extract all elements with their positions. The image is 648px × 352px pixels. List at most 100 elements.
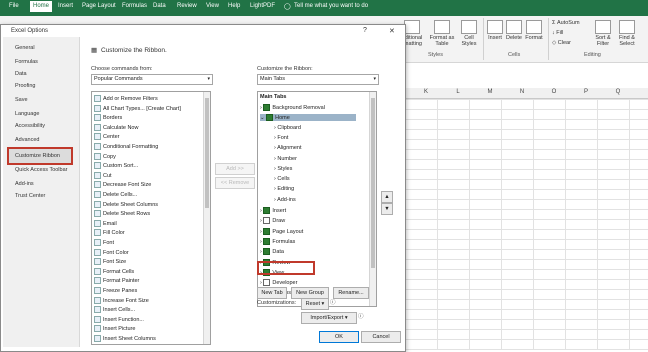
tab-checkbox[interactable]	[263, 237, 271, 245]
new-tab-button[interactable]: New Tab	[257, 287, 287, 299]
tree-item[interactable]: ⌄ Home	[260, 114, 356, 122]
delete-cells-button[interactable]: Delete	[505, 20, 523, 41]
command-item[interactable]: Format Painter	[94, 277, 139, 285]
remove-button[interactable]: << Remove	[215, 177, 255, 189]
command-item[interactable]: Conditional Formatting	[94, 143, 158, 150]
tree-item[interactable]: › Data	[260, 248, 284, 256]
command-item[interactable]: Insert Function...	[94, 315, 144, 323]
cell-styles-button[interactable]: Cell Styles	[458, 20, 480, 47]
ok-button[interactable]: OK	[319, 331, 359, 343]
command-item[interactable]: Add or Remove Filters	[94, 95, 158, 102]
command-item[interactable]: Copy	[94, 152, 116, 160]
move-down-button[interactable]: ▼	[381, 203, 393, 215]
choose-commands-select[interactable]: Popular Commands ▾	[91, 74, 213, 85]
tree-item[interactable]: › Page Layout	[260, 227, 303, 235]
tree-item[interactable]: › Number	[274, 156, 297, 162]
command-item[interactable]: All Chart Types... [Create Chart]	[94, 104, 181, 112]
command-item[interactable]: Increase Font Size	[94, 296, 149, 304]
nav-item[interactable]: Proofing	[15, 83, 36, 89]
command-item[interactable]: Custom Sort...	[94, 162, 138, 170]
cancel-button[interactable]: Cancel	[361, 331, 401, 343]
autosum-button[interactable]: Σ AutoSum	[552, 20, 580, 26]
tree-item[interactable]: › Editing	[274, 186, 294, 192]
import-export-dropdown[interactable]: Import/Export ▾	[301, 312, 357, 324]
command-item[interactable]: Cut	[94, 171, 112, 179]
command-item[interactable]: Fill Color	[94, 229, 125, 237]
column-header[interactable]: M	[485, 89, 495, 95]
tab-insert[interactable]: Insert	[58, 3, 73, 9]
format-cells-button[interactable]: Format	[524, 20, 544, 41]
scroll-thumb[interactable]	[371, 98, 375, 268]
column-header[interactable]: L	[453, 89, 463, 95]
rename-button[interactable]: Rename...	[333, 287, 369, 299]
move-up-button[interactable]: ▲	[381, 191, 393, 203]
sort-filter-button[interactable]: Sort & Filter	[592, 20, 614, 47]
tab-page-layout[interactable]: Page Layout	[82, 3, 116, 9]
column-header[interactable]: P	[581, 89, 591, 95]
tab-formulas[interactable]: Formulas	[122, 3, 147, 9]
format-as-table-button[interactable]: Format as Table	[428, 20, 456, 47]
tree-item[interactable]: › Styles	[274, 166, 292, 172]
tree-item[interactable]: › Formulas	[260, 237, 295, 245]
nav-item[interactable]: General	[15, 45, 35, 51]
command-item[interactable]: Delete Sheet Rows	[94, 210, 150, 218]
commands-scrollbar[interactable]	[203, 92, 210, 344]
tab-lightpdf[interactable]: LightPDF	[250, 3, 275, 9]
tab-checkbox[interactable]	[266, 114, 274, 122]
find-select-button[interactable]: Find & Select	[616, 20, 638, 47]
column-header[interactable]: N	[517, 89, 527, 95]
command-item[interactable]: Decrease Font Size	[94, 181, 151, 189]
clear-button[interactable]: ◇ Clear	[552, 40, 571, 46]
nav-item[interactable]: Quick Access Toolbar	[15, 167, 67, 173]
command-item[interactable]: Insert Picture	[94, 325, 135, 333]
tab-checkbox[interactable]	[263, 279, 271, 287]
tree-item[interactable]: › Insert	[260, 207, 286, 214]
column-header[interactable]: K	[421, 89, 431, 95]
tab-file[interactable]: File	[9, 3, 19, 9]
command-item[interactable]: Insert Sheet Columns	[94, 335, 156, 342]
nav-item[interactable]: Add-ins	[15, 181, 34, 187]
column-header[interactable]: O	[549, 89, 559, 95]
command-item[interactable]: Font Color	[94, 248, 129, 256]
tab-checkbox[interactable]	[263, 227, 271, 235]
command-item[interactable]: Font Size	[94, 258, 126, 266]
tree-item[interactable]: › Font	[274, 135, 288, 141]
command-item[interactable]: Freeze Panes	[94, 287, 137, 294]
tree-item[interactable]: › Draw	[260, 217, 285, 225]
tree-item[interactable]: › Add-ins	[274, 197, 296, 203]
nav-item[interactable]: Language	[15, 111, 39, 117]
worksheet-grid[interactable]	[405, 99, 648, 350]
command-item[interactable]: Font	[94, 239, 114, 246]
tree-item[interactable]: › Background Removal	[260, 104, 325, 111]
tab-data[interactable]: Data	[153, 3, 166, 9]
tree-item[interactable]: › Cells	[274, 176, 290, 182]
tab-help[interactable]: Help	[228, 3, 240, 9]
nav-item[interactable]: Save	[15, 97, 28, 103]
add-button[interactable]: Add >>	[215, 163, 255, 175]
tab-view[interactable]: View	[206, 3, 219, 9]
tell-me-box[interactable]: Tell me what you want to do	[294, 3, 368, 9]
command-item[interactable]: Delete Cells...	[94, 191, 137, 198]
command-item[interactable]: Calculate Now	[94, 123, 138, 131]
tab-checkbox[interactable]	[263, 217, 271, 225]
help-button[interactable]: ?	[363, 27, 367, 34]
tab-checkbox[interactable]	[263, 104, 271, 111]
nav-item[interactable]: Accessibility	[15, 123, 45, 129]
fill-button[interactable]: ↓ Fill	[552, 30, 563, 36]
tab-checkbox[interactable]	[263, 207, 271, 214]
nav-item[interactable]: Advanced	[15, 137, 39, 143]
tab-home[interactable]: Home	[30, 1, 53, 12]
tab-review[interactable]: Review	[177, 3, 197, 9]
tree-item[interactable]: › Clipboard	[274, 125, 301, 131]
command-item[interactable]: Email	[94, 219, 117, 227]
tree-scrollbar[interactable]	[369, 92, 376, 306]
command-item[interactable]: Format Cells	[94, 267, 134, 275]
commands-list[interactable]: Add or Remove Filters All Chart Types... …	[91, 91, 211, 345]
command-item[interactable]: Center	[94, 133, 120, 141]
reset-dropdown[interactable]: Reset ▾	[301, 298, 329, 310]
nav-item[interactable]: Trust Center	[15, 193, 45, 199]
close-button[interactable]: ✕	[389, 27, 395, 35]
tree-item[interactable]: › Alignment	[274, 145, 302, 151]
command-item[interactable]: Insert Cells...	[94, 306, 135, 314]
tree-item[interactable]: › Developer	[260, 279, 297, 287]
